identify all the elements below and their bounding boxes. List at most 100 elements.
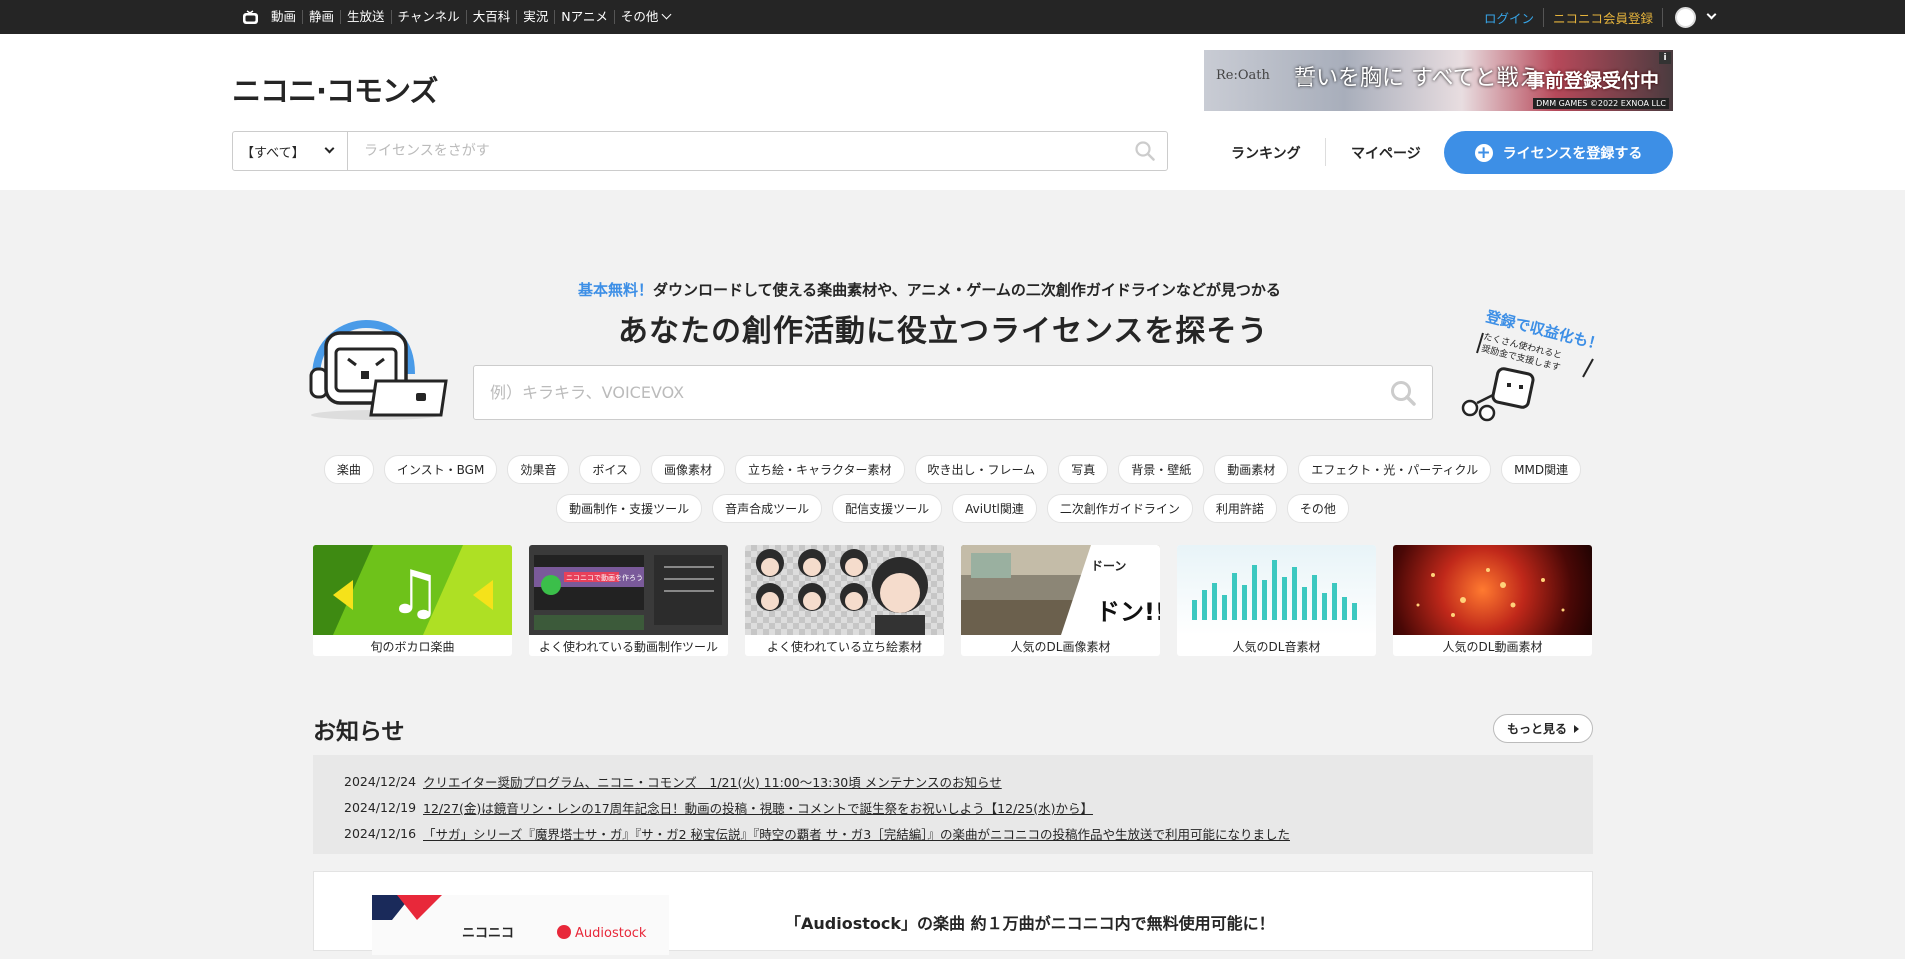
- hero-title: あなたの創作活動に役立つライセンスを探そう: [618, 314, 1269, 349]
- feature-brand-audiostock: Audiostock: [575, 926, 647, 941]
- more-button[interactable]: もっと見る: [1493, 714, 1593, 743]
- notice-list: 2024/12/24 クリエイター奨励プログラム、ニコニ・コモンズ 1/21(火…: [313, 755, 1593, 854]
- feature-article-card[interactable]: ニコニコ Audiostock 「Audiostock」の楽曲 約１万曲がニコニ…: [313, 871, 1593, 955]
- ranking-link[interactable]: ランキング: [1231, 143, 1301, 163]
- nav-dic[interactable]: 大百科: [465, 10, 517, 24]
- search-input[interactable]: [348, 132, 1123, 170]
- card-character[interactable]: よく使われている立ち絵素材: [745, 545, 944, 656]
- tag-background[interactable]: 背景・壁紙: [1118, 455, 1205, 484]
- header-divider: [1325, 138, 1326, 166]
- login-link[interactable]: ログイン: [1484, 7, 1544, 27]
- card-caption: 旬のボカロ楽曲: [370, 640, 455, 654]
- avatar[interactable]: [1675, 6, 1696, 28]
- tag-video[interactable]: 動画素材: [1214, 455, 1289, 484]
- card-video-dl[interactable]: 人気のDL動画素材: [1393, 545, 1592, 656]
- ad-info-icon[interactable]: i: [1659, 52, 1671, 64]
- nav-nanime[interactable]: Nアニメ: [554, 10, 614, 24]
- nav-jikkyo[interactable]: 実況: [516, 10, 554, 24]
- tag-voice[interactable]: ボイス: [579, 455, 641, 484]
- notice-link[interactable]: 12/27(金)は鏡音リン・レンの17周年記念日！動画の投稿・視聴・コメントで誕…: [423, 798, 1093, 817]
- account-area: ログイン ニコニコ会員登録: [1484, 0, 1717, 34]
- hero-search: [473, 365, 1433, 420]
- search-scope-label: 【すべて】: [241, 145, 305, 161]
- notice-date: 2024/12/16: [344, 825, 417, 841]
- nav-more-label: その他: [620, 9, 659, 24]
- notice-date: 2024/12/24: [344, 773, 417, 789]
- feature-title: 「Audiostock」の楽曲 約１万曲がニコニコ内で無料使用可能に！: [785, 914, 1275, 933]
- tag-guideline[interactable]: 二次創作ガイドライン: [1046, 494, 1193, 523]
- plus-icon: +: [1474, 142, 1493, 163]
- notice-heading: お知らせ: [313, 719, 405, 745]
- tag-balloon-frame[interactable]: 吹き出し・フレーム: [914, 455, 1049, 484]
- hero-highlight: 基本無料！: [578, 281, 654, 299]
- chevron-down-icon: [661, 9, 672, 20]
- tag-inst-bgm[interactable]: インスト・BGM: [383, 455, 498, 484]
- tag-permission[interactable]: 利用許諾: [1202, 494, 1277, 523]
- search-button[interactable]: [1123, 132, 1167, 170]
- chevron-down-icon[interactable]: [1706, 9, 1717, 19]
- nav-seiga[interactable]: 静画: [302, 10, 340, 24]
- nav-more[interactable]: その他: [613, 9, 677, 24]
- ad-banner[interactable]: Re:Oath 誓いを胸に すべてと戦え 事前登録受付中 DMM GAMES ©…: [1204, 50, 1673, 111]
- feature-thumbnail: ニコニコ Audiostock: [372, 895, 669, 955]
- svg-text:ドーン: ドーン: [1091, 559, 1126, 573]
- mypage-link[interactable]: マイページ: [1351, 143, 1421, 163]
- tag-music[interactable]: 楽曲: [323, 455, 374, 484]
- card-caption: よく使われている立ち絵素材: [766, 640, 923, 654]
- card-vocaloid[interactable]: ♫ 旬のボカロ楽曲: [313, 545, 512, 656]
- card-caption: 人気のDL画像素材: [1010, 640, 1111, 654]
- site-logo[interactable]: ニコニ·コモンズ: [232, 68, 438, 110]
- hero-subtitle: 基本無料！ダウンロードして使える楽曲素材や、アニメ・ゲームの二次創作ガイドライン…: [578, 279, 1281, 300]
- ad-badge: 事前登録受付中: [1525, 70, 1659, 92]
- nav-live[interactable]: 生放送: [340, 10, 391, 24]
- tag-image[interactable]: 画像素材: [650, 455, 725, 484]
- card-image: [1177, 545, 1376, 635]
- card-image: [745, 545, 944, 635]
- top-bar: 動画 静画 生放送 チャンネル 大百科 実況 Nアニメ その他 ログイン ニコニ…: [0, 0, 1905, 34]
- global-nav: 動画 静画 生放送 チャンネル 大百科 実況 Nアニメ その他: [242, 0, 676, 34]
- notice-item: 2024/12/16 「サガ」シリーズ『魔界塔士サ・ガ』『サ・ガ2 秘宝伝説』『…: [313, 820, 1593, 846]
- feature-cards: ♫ 旬のボカロ楽曲 ニコニコで動画を作ろう よく使われている動画制作ツール よく…: [313, 545, 1592, 656]
- search-icon: [1135, 141, 1155, 161]
- ad-tagline: 誓いを胸に すべてと戦え: [1294, 66, 1541, 91]
- card-image-dl[interactable]: ドーン ドン!! 人気のDL画像素材: [961, 545, 1160, 656]
- card-manga-text: ドン!!: [1096, 598, 1160, 626]
- tag-sfx[interactable]: 効果音: [507, 455, 570, 484]
- card-video-tool[interactable]: ニコニコで動画を作ろう よく使われている動画制作ツール: [529, 545, 728, 656]
- ad-copyright: DMM GAMES ©2022 EXNOA LLC: [1533, 98, 1669, 109]
- card-sound-dl[interactable]: 人気のDL音素材: [1177, 545, 1376, 656]
- notice-date: 2024/12/19: [344, 799, 417, 815]
- svg-text:♫: ♫: [388, 558, 442, 628]
- notice-item: 2024/12/24 クリエイター奨励プログラム、ニコニ・コモンズ 1/21(火…: [313, 768, 1593, 794]
- register-link[interactable]: ニコニコ会員登録: [1544, 7, 1663, 27]
- notice-link[interactable]: 「サガ」シリーズ『魔界塔士サ・ガ』『サ・ガ2 秘宝伝説』『時空の覇者 サ・ガ3［…: [423, 824, 1290, 843]
- tag-effect[interactable]: エフェクト・光・パーティクル: [1298, 455, 1492, 484]
- tag-other[interactable]: その他: [1286, 494, 1349, 523]
- card-tool-banner: ニコニコで動画を作ろう: [566, 573, 643, 582]
- tag-voice-synth[interactable]: 音声合成ツール: [712, 494, 823, 523]
- notice-item: 2024/12/19 12/27(金)は鏡音リン・レンの17周年記念日！動画の投…: [313, 794, 1593, 820]
- mascot-illustration: [309, 319, 448, 420]
- card-caption: 人気のDL動画素材: [1442, 640, 1543, 654]
- nav-channel[interactable]: チャンネル: [390, 10, 466, 24]
- tag-aviutl[interactable]: AviUtl関連: [952, 494, 1037, 523]
- card-image: ♫: [313, 545, 512, 635]
- nav-video[interactable]: 動画: [271, 10, 302, 24]
- tag-photo[interactable]: 写真: [1058, 455, 1109, 484]
- search-icon[interactable]: [1390, 380, 1416, 406]
- card-image: ドーン ドン!!: [961, 545, 1160, 635]
- tag-mmd[interactable]: MMD関連: [1501, 455, 1582, 484]
- tag-video-tool[interactable]: 動画制作・支援ツール: [556, 494, 703, 523]
- card-caption: よく使われている動画制作ツール: [538, 640, 719, 654]
- card-caption: 人気のDL音素材: [1232, 640, 1321, 654]
- register-license-button[interactable]: + ライセンスを登録する: [1444, 131, 1673, 174]
- niconico-tv-icon[interactable]: [242, 9, 259, 25]
- card-image: [1393, 545, 1592, 635]
- notice-link[interactable]: クリエイター奨励プログラム、ニコニ・コモンズ 1/21(火) 11:00〜13:…: [423, 772, 1002, 791]
- monetize-promo[interactable]: 登録で収益化も！ たくさん使われると 奨励金で支援します: [1455, 303, 1615, 432]
- tag-character[interactable]: 立ち絵・キャラクター素材: [735, 455, 905, 484]
- tag-streaming-tool[interactable]: 配信支援ツール: [832, 494, 943, 523]
- card-image: ニコニコで動画を作ろう: [529, 545, 728, 635]
- hero-search-input[interactable]: [490, 366, 1370, 419]
- search-scope-select[interactable]: 【すべて】: [233, 132, 348, 170]
